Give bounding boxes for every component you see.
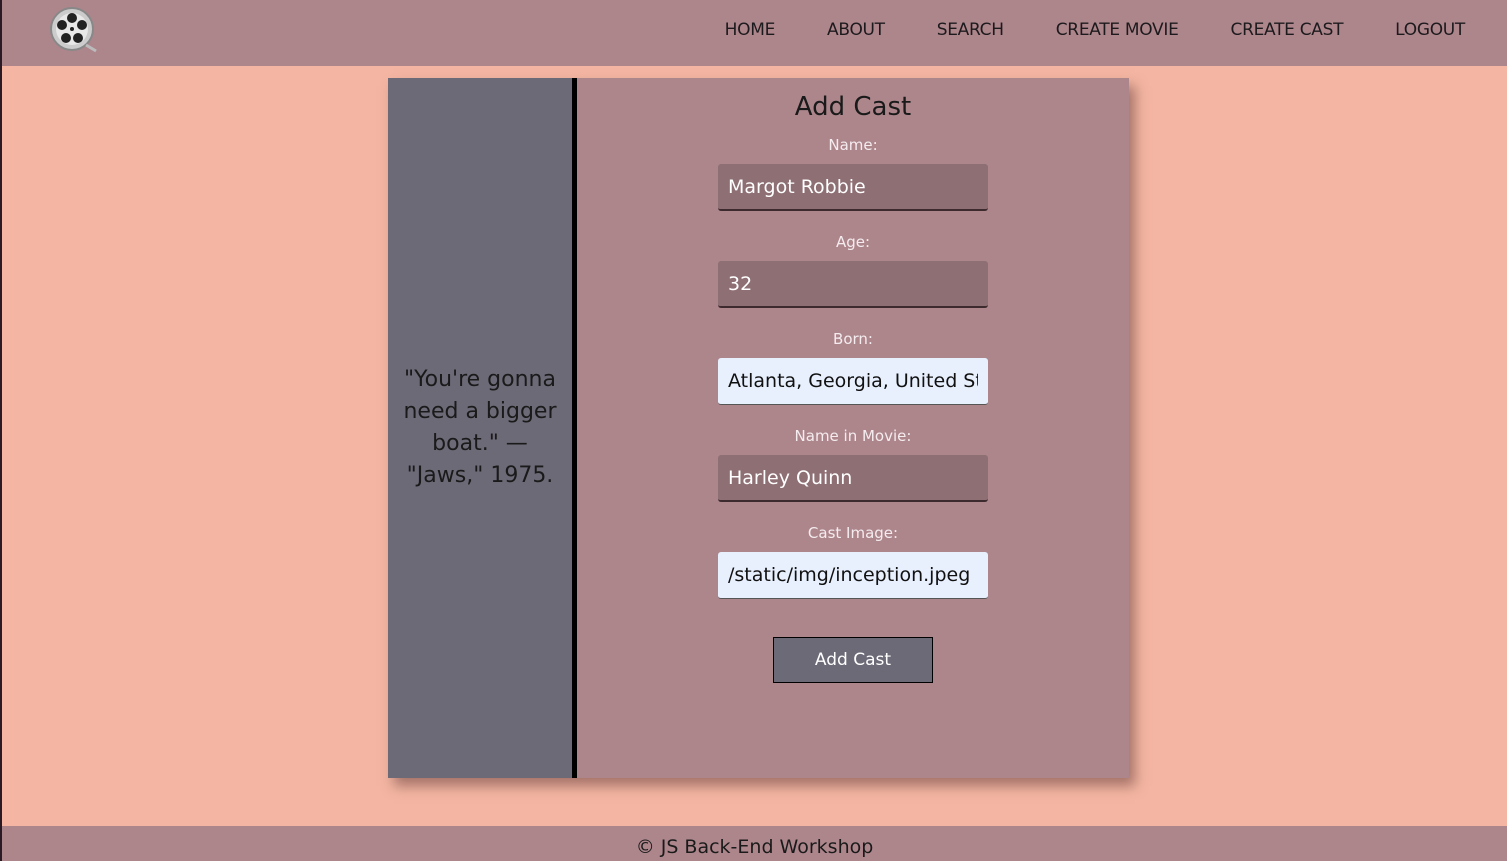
nav-search[interactable]: SEARCH: [937, 20, 1004, 40]
cast-image-input[interactable]: [718, 552, 988, 599]
add-cast-button[interactable]: Add Cast: [773, 637, 933, 683]
add-cast-form: Add Cast Name: Age: Born: Name in Movie:…: [577, 78, 1129, 778]
born-label: Born:: [833, 330, 873, 348]
name-input[interactable]: [718, 164, 988, 211]
name-label: Name:: [828, 136, 878, 154]
born-input[interactable]: [718, 358, 988, 405]
quote-panel: "You're gonna need a bigger boat." — "Ja…: [388, 78, 577, 778]
name-in-movie-label: Name in Movie:: [794, 427, 912, 445]
nav-logout[interactable]: LOGOUT: [1395, 20, 1465, 40]
navbar: HOME ABOUT SEARCH CREATE MOVIE CREATE CA…: [2, 0, 1507, 66]
nav-about[interactable]: ABOUT: [827, 20, 885, 40]
form-title: Add Cast: [794, 92, 912, 122]
nav-create-movie[interactable]: CREATE MOVIE: [1056, 20, 1179, 40]
nav-home[interactable]: HOME: [725, 20, 776, 40]
footer: © JS Back-End Workshop: [2, 826, 1507, 861]
age-label: Age:: [835, 233, 871, 251]
film-reel-logo-icon[interactable]: [48, 5, 100, 57]
nav-create-cast[interactable]: CREATE CAST: [1231, 20, 1344, 40]
cast-image-label: Cast Image:: [807, 524, 899, 542]
movie-quote: "You're gonna need a bigger boat." — "Ja…: [403, 367, 557, 488]
age-input[interactable]: [718, 261, 988, 308]
add-cast-card: "You're gonna need a bigger boat." — "Ja…: [388, 78, 1129, 778]
name-in-movie-input[interactable]: [718, 455, 988, 502]
